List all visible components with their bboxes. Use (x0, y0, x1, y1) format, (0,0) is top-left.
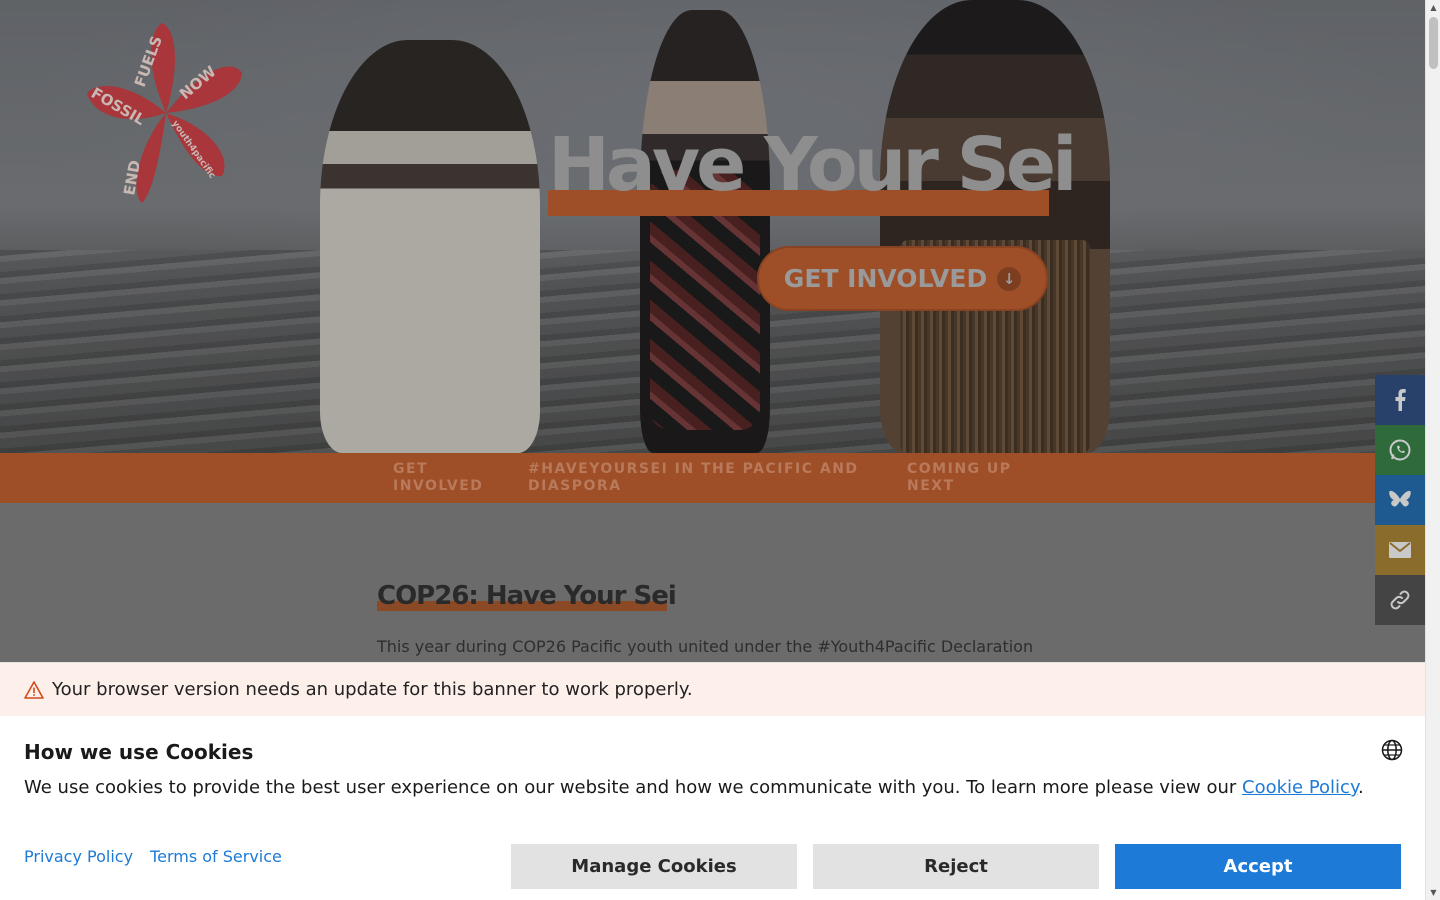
cookie-banner-title: How we use Cookies (24, 740, 254, 764)
section-nav-haveyoursei[interactable]: #HAVEYOURSEI IN THE PACIFIC AND DIASPORA (528, 461, 868, 495)
article-title: COP26: Have Your Sei (377, 581, 677, 611)
warning-icon (24, 680, 44, 699)
scrollbar-thumb[interactable] (1429, 17, 1438, 69)
arrow-down-icon: ↓ (997, 266, 1022, 291)
facebook-share-button[interactable] (1375, 375, 1425, 425)
policy-links: Privacy Policy Terms of Service (24, 847, 282, 866)
whatsapp-icon (1389, 439, 1411, 461)
globe-icon[interactable] (1381, 739, 1403, 761)
email-share-button[interactable] (1375, 525, 1425, 575)
browser-warning-text: Your browser version needs an update for… (52, 679, 693, 700)
facebook-icon (1395, 389, 1406, 411)
browser-warning-bar: Your browser version needs an update for… (0, 663, 1425, 716)
whatsapp-share-button[interactable] (1375, 425, 1425, 475)
bluesky-share-button[interactable] (1375, 475, 1425, 525)
reject-button[interactable]: Reject (813, 844, 1099, 889)
article-intro: This year during COP26 Pacific youth uni… (377, 637, 1034, 656)
scroll-down-arrow-icon[interactable]: ▼ (1426, 885, 1440, 900)
email-icon (1389, 542, 1411, 558)
hero-banner: FUELS NOW FOSSIL END youth4pacific Have … (0, 0, 1425, 453)
accept-button[interactable]: Accept (1115, 844, 1401, 889)
site-logo[interactable]: FUELS NOW FOSSIL END youth4pacific (82, 18, 250, 208)
manage-cookies-button[interactable]: Manage Cookies (511, 844, 797, 889)
section-nav-get-involved[interactable]: GET INVOLVED (393, 461, 503, 495)
cookie-text-end: . (1358, 777, 1364, 798)
scroll-up-arrow-icon[interactable]: ▲ (1426, 0, 1440, 15)
get-involved-label: GET INVOLVED (783, 264, 988, 293)
get-involved-button[interactable]: GET INVOLVED ↓ (757, 246, 1048, 311)
cookie-policy-link[interactable]: Cookie Policy (1242, 777, 1358, 798)
link-icon (1390, 590, 1410, 610)
article-title-group: COP26: Have Your Sei (377, 581, 677, 611)
hero-title-group: Have Your Sei (548, 122, 1077, 216)
copy-link-button[interactable] (1375, 575, 1425, 625)
section-nav-coming-up[interactable]: COMING UP NEXT (907, 461, 1027, 495)
section-nav: GET INVOLVED #HAVEYOURSEI IN THE PACIFIC… (0, 453, 1425, 503)
cookie-text-main: We use cookies to provide the best user … (24, 777, 1243, 798)
cookie-banner-text: We use cookies to provide the best user … (24, 777, 1364, 798)
share-bar (1375, 375, 1425, 625)
vertical-scrollbar[interactable]: ▲ ▼ (1425, 0, 1440, 900)
terms-of-service-link[interactable]: Terms of Service (150, 847, 282, 866)
hero-title: Have Your Sei (548, 122, 1077, 208)
bluesky-icon (1389, 490, 1411, 507)
privacy-policy-link[interactable]: Privacy Policy (24, 847, 133, 866)
cookie-banner: Your browser version needs an update for… (0, 662, 1425, 900)
